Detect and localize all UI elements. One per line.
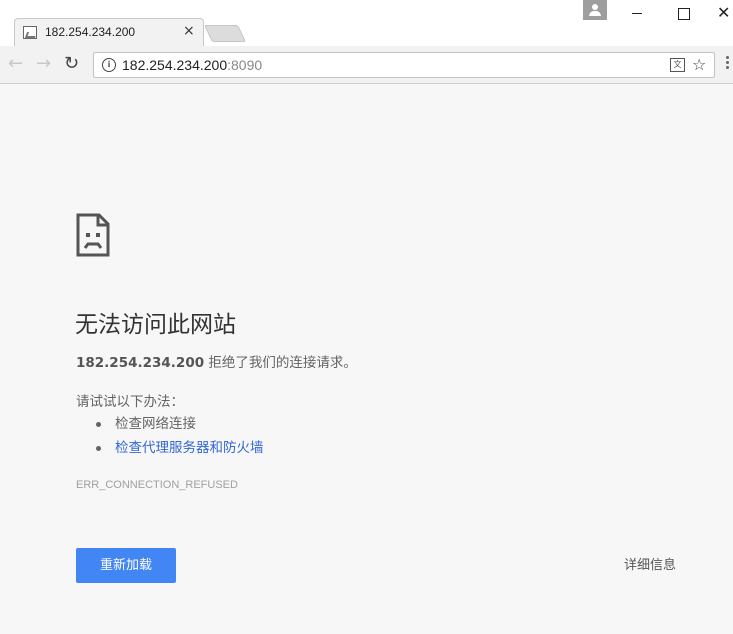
profile-icon[interactable] — [583, 0, 607, 20]
minimize-button[interactable] — [627, 4, 647, 22]
url-port: :8090 — [227, 57, 263, 73]
sad-document-icon — [76, 213, 110, 257]
close-window-button[interactable]: ✕ — [717, 4, 733, 22]
error-message: 拒绝了我们的连接请求。 — [204, 355, 357, 371]
suggestions-list: 检查网络连接 检查代理服务器和防火墙 — [96, 412, 264, 460]
browser-window: 182.254.234.200 × ✕ ← → ↻ i 182.254.234.… — [0, 0, 733, 634]
error-code: ERR_CONNECTION_REFUSED — [76, 479, 238, 491]
tab-close-icon[interactable]: × — [183, 23, 195, 39]
address-bar[interactable]: i 182.254.234.200:8090 文 ☆ — [93, 52, 715, 78]
suggestion-check-proxy-link[interactable]: 检查代理服务器和防火墙 — [96, 436, 264, 460]
reload-icon[interactable]: ↻ — [64, 54, 79, 74]
translate-icon[interactable]: 文 — [670, 58, 685, 72]
broken-image-icon — [23, 26, 37, 39]
reload-button[interactable]: 重新加载 — [76, 548, 176, 583]
error-description: 182.254.234.200 拒绝了我们的连接请求。 — [76, 351, 357, 371]
back-arrow-icon[interactable]: ← — [8, 54, 23, 74]
browser-toolbar: ← → ↻ i 182.254.234.200:8090 文 ☆ — [0, 46, 733, 84]
browser-menu-icon[interactable] — [726, 56, 729, 72]
maximize-button[interactable] — [673, 4, 693, 22]
suggestion-check-network: 检查网络连接 — [96, 412, 264, 436]
error-title: 无法访问此网站 — [75, 312, 236, 338]
url-host: 182.254.234.200 — [122, 57, 228, 73]
new-tab-button[interactable] — [204, 25, 246, 42]
bookmark-star-icon[interactable]: ☆ — [692, 55, 706, 74]
error-page: 无法访问此网站 182.254.234.200 拒绝了我们的连接请求。 请试试以… — [0, 85, 733, 634]
url-text[interactable]: 182.254.234.200:8090 — [122, 57, 262, 73]
tab-active[interactable]: 182.254.234.200 × — [14, 18, 204, 46]
suggestions-title: 请试试以下办法： — [76, 394, 184, 410]
tab-title: 182.254.234.200 — [45, 25, 136, 39]
site-info-icon[interactable]: i — [102, 58, 116, 72]
error-host: 182.254.234.200 — [76, 355, 205, 371]
tab-strip: 182.254.234.200 × ✕ — [0, 0, 733, 46]
details-button[interactable]: 详细信息 — [612, 548, 688, 583]
forward-arrow-icon[interactable]: → — [36, 54, 51, 74]
